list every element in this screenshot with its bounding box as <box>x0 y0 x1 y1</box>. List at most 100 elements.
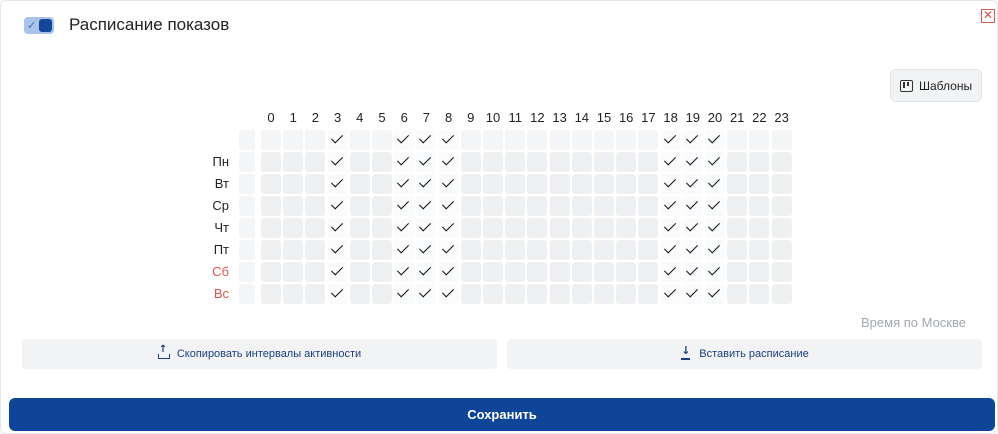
schedule-cell[interactable] <box>682 218 703 238</box>
schedule-cell[interactable] <box>727 262 748 282</box>
schedule-cell[interactable] <box>638 174 659 194</box>
schedule-cell[interactable] <box>327 196 348 216</box>
schedule-cell[interactable] <box>549 284 570 304</box>
schedule-cell[interactable] <box>749 174 770 194</box>
schedule-cell[interactable] <box>283 174 304 194</box>
schedule-cell[interactable] <box>394 174 415 194</box>
row-select-cell[interactable] <box>239 262 255 282</box>
column-select-cell[interactable] <box>505 130 526 150</box>
column-select-cell[interactable] <box>771 130 792 150</box>
schedule-cell[interactable] <box>549 240 570 260</box>
schedule-cell[interactable] <box>682 240 703 260</box>
schedule-cell[interactable] <box>483 196 503 216</box>
schedule-cell[interactable] <box>416 196 437 216</box>
schedule-cell[interactable] <box>305 240 326 260</box>
schedule-cell[interactable] <box>749 218 770 238</box>
schedule-cell[interactable] <box>394 240 415 260</box>
schedule-cell[interactable] <box>705 218 725 238</box>
schedule-cell[interactable] <box>571 152 592 172</box>
schedule-cell[interactable] <box>505 196 526 216</box>
schedule-cell[interactable] <box>261 284 281 304</box>
schedule-cell[interactable] <box>771 262 792 282</box>
schedule-cell[interactable] <box>638 262 659 282</box>
schedule-cell[interactable] <box>438 284 459 304</box>
schedule-cell[interactable] <box>460 284 481 304</box>
schedule-cell[interactable] <box>438 174 459 194</box>
schedule-cell[interactable] <box>460 196 481 216</box>
schedule-cell[interactable] <box>594 152 614 172</box>
schedule-cell[interactable] <box>527 284 548 304</box>
schedule-cell[interactable] <box>771 240 792 260</box>
schedule-cell[interactable] <box>283 240 304 260</box>
schedule-cell[interactable] <box>660 284 681 304</box>
column-select-cell[interactable] <box>261 130 281 150</box>
schedule-cell[interactable] <box>682 284 703 304</box>
schedule-cell[interactable] <box>527 218 548 238</box>
schedule-cell[interactable] <box>549 152 570 172</box>
schedule-cell[interactable] <box>460 218 481 238</box>
schedule-cell[interactable] <box>571 284 592 304</box>
schedule-cell[interactable] <box>394 262 415 282</box>
schedule-cell[interactable] <box>705 174 725 194</box>
row-select-cell[interactable] <box>239 218 255 238</box>
schedule-cell[interactable] <box>416 174 437 194</box>
close-icon[interactable]: ✕ <box>981 9 995 23</box>
schedule-cell[interactable] <box>283 196 304 216</box>
schedule-cell[interactable] <box>261 218 281 238</box>
schedule-cell[interactable] <box>438 262 459 282</box>
schedule-cell[interactable] <box>660 262 681 282</box>
schedule-cell[interactable] <box>749 240 770 260</box>
schedule-cell[interactable] <box>727 196 748 216</box>
column-select-cell[interactable] <box>394 130 415 150</box>
schedule-cell[interactable] <box>349 262 370 282</box>
row-select-cell[interactable] <box>239 240 255 260</box>
schedule-cell[interactable] <box>527 240 548 260</box>
schedule-cell[interactable] <box>460 240 481 260</box>
schedule-cell[interactable] <box>705 240 725 260</box>
schedule-cell[interactable] <box>705 152 725 172</box>
schedule-cell[interactable] <box>527 174 548 194</box>
schedule-cell[interactable] <box>549 218 570 238</box>
schedule-cell[interactable] <box>372 152 392 172</box>
schedule-cell[interactable] <box>682 152 703 172</box>
schedule-cell[interactable] <box>682 174 703 194</box>
column-select-cell[interactable] <box>705 130 725 150</box>
schedule-cell[interactable] <box>527 196 548 216</box>
column-select-cell[interactable] <box>283 130 304 150</box>
schedule-cell[interactable] <box>594 240 614 260</box>
schedule-cell[interactable] <box>283 218 304 238</box>
row-select-cell[interactable] <box>239 284 255 304</box>
schedule-cell[interactable] <box>372 240 392 260</box>
schedule-cell[interactable] <box>327 174 348 194</box>
schedule-cell[interactable] <box>416 240 437 260</box>
schedule-cell[interactable] <box>394 196 415 216</box>
schedule-cell[interactable] <box>616 262 637 282</box>
schedule-cell[interactable] <box>616 152 637 172</box>
schedule-cell[interactable] <box>327 240 348 260</box>
schedule-cell[interactable] <box>616 240 637 260</box>
schedule-cell[interactable] <box>483 174 503 194</box>
schedule-cell[interactable] <box>549 196 570 216</box>
schedule-cell[interactable] <box>638 284 659 304</box>
schedule-cell[interactable] <box>261 240 281 260</box>
schedule-cell[interactable] <box>660 240 681 260</box>
schedule-cell[interactable] <box>372 262 392 282</box>
schedule-cell[interactable] <box>438 240 459 260</box>
schedule-cell[interactable] <box>283 284 304 304</box>
schedule-cell[interactable] <box>438 152 459 172</box>
save-button[interactable]: Сохранить <box>9 398 995 431</box>
column-select-cell[interactable] <box>416 130 437 150</box>
column-select-cell[interactable] <box>527 130 548 150</box>
schedule-cell[interactable] <box>438 196 459 216</box>
column-select-cell[interactable] <box>660 130 681 150</box>
column-select-cell[interactable] <box>438 130 459 150</box>
schedule-cell[interactable] <box>594 174 614 194</box>
schedule-cell[interactable] <box>416 262 437 282</box>
row-select-cell[interactable] <box>239 152 255 172</box>
schedule-cell[interactable] <box>349 174 370 194</box>
schedule-cell[interactable] <box>549 174 570 194</box>
column-select-cell[interactable] <box>549 130 570 150</box>
column-select-cell[interactable] <box>594 130 614 150</box>
schedule-cell[interactable] <box>305 284 326 304</box>
schedule-cell[interactable] <box>483 262 503 282</box>
